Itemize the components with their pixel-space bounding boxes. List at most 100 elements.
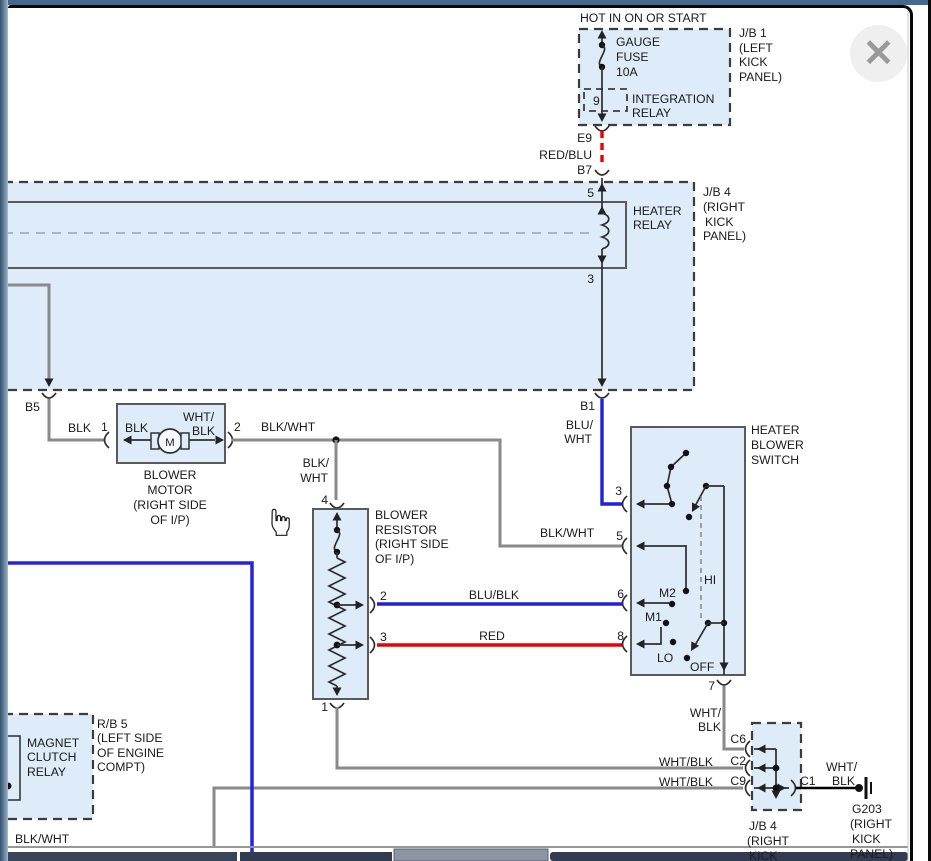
window-frame-top xyxy=(0,0,931,5)
label-jb4bottom-1: J/B 4 xyxy=(749,819,777,833)
label-rb5-2: (LEFT SIDE xyxy=(97,731,162,745)
label-heater-relay-1: HEATER xyxy=(633,204,682,218)
label-hi: HI xyxy=(704,573,716,587)
blower-resistor xyxy=(313,509,375,708)
label-pin9: 9 xyxy=(593,94,600,108)
label-m1: M1 xyxy=(645,610,662,624)
label-switch-3: SWITCH xyxy=(751,453,799,467)
label-rb5-3: OF ENGINE xyxy=(97,746,164,760)
close-icon: ✕ xyxy=(863,35,895,73)
label-resistor-pin1: 1 xyxy=(321,700,328,714)
label-blk-c1: BLK xyxy=(832,774,855,788)
label-blk-v: BLK/ xyxy=(303,456,330,470)
label-m2: M2 xyxy=(659,586,676,600)
label-whtblk-c2: WHT/BLK xyxy=(659,755,713,769)
label-motor-pin1: 1 xyxy=(101,420,108,434)
label-blk-wht-bottom: BLK/WHT xyxy=(15,832,70,846)
label-blu-blk: BLU/BLK xyxy=(469,588,519,602)
heater-relay-box xyxy=(4,202,626,268)
label-whtblk-c9: WHT/BLK xyxy=(659,775,713,789)
label-jb1-2: (LEFT xyxy=(739,41,773,55)
label-g203-2: (RIGHT xyxy=(850,817,893,831)
label-blower-motor-2: MOTOR xyxy=(147,483,192,497)
label-magnet-1: MAGNET xyxy=(27,736,80,750)
label-off: OFF xyxy=(690,660,714,674)
label-jb1-1: J/B 1 xyxy=(739,26,767,40)
label-motor-pin2: 2 xyxy=(234,420,241,434)
label-g203-4: PANEL) xyxy=(850,847,893,861)
label-b1: B1 xyxy=(580,399,595,413)
label-fuse-3: 10A xyxy=(616,65,639,79)
wiring-diagram-image: HOT IN ON OR START GAUGE FUSE 10A 9 INTE… xyxy=(0,0,931,861)
wiring-diagram-viewer: HOT IN ON OR START GAUGE FUSE 10A 9 INTE… xyxy=(0,0,931,861)
label-g203-3: KICK xyxy=(852,832,880,846)
label-wht: WHT xyxy=(564,432,592,446)
label-rb5-1: R/B 5 xyxy=(97,717,128,731)
label-blower-motor-4: OF I/P) xyxy=(150,513,189,527)
label-jb1-3: KICK xyxy=(739,55,767,69)
label-red-blu: RED/BLU xyxy=(539,148,592,162)
label-e9: E9 xyxy=(577,131,592,145)
label-lo: LO xyxy=(657,651,673,665)
label-resistor-pin3: 3 xyxy=(380,630,387,644)
label-switch-pin3: 3 xyxy=(615,484,622,498)
label-heater-relay-2: RELAY xyxy=(633,218,672,232)
label-integration-1: INTEGRATION xyxy=(632,92,714,106)
label-motor-m: M xyxy=(165,437,174,449)
label-blower-resistor-1: BLOWER xyxy=(375,508,428,522)
label-g203-1: G203 xyxy=(852,802,882,816)
label-blk7: BLK xyxy=(698,720,721,734)
label-blower-resistor-3: (RIGHT SIDE xyxy=(375,537,449,551)
label-fuse-1: GAUGE xyxy=(616,35,660,49)
label-jb4top-1: J/B 4 xyxy=(703,185,731,199)
label-wht-c1: WHT/ xyxy=(826,760,858,774)
label-relay-pin5: 5 xyxy=(587,186,594,200)
label-blk-wht-h: BLK/WHT xyxy=(261,420,316,434)
heater-blower-switch xyxy=(623,427,746,685)
label-resistor-pin4: 4 xyxy=(321,493,328,507)
jb4-junction-block-top xyxy=(4,178,694,398)
label-jb1-4: PANEL) xyxy=(739,70,782,84)
label-blower-motor-3: (RIGHT SIDE xyxy=(133,498,207,512)
label-relay-pin3: 3 xyxy=(587,272,594,286)
label-c9: C9 xyxy=(730,774,746,788)
label-c6: C6 xyxy=(730,732,746,746)
label-blower-resistor-2: RESISTOR xyxy=(375,523,437,537)
label-b5: B5 xyxy=(25,400,40,414)
window-frame-left xyxy=(0,0,8,861)
label-integration-2: RELAY xyxy=(632,106,671,120)
label-c2: C2 xyxy=(730,754,746,768)
hand-cursor xyxy=(272,509,289,535)
label-motor-blk: BLK xyxy=(125,421,148,435)
label-blower-resistor-4: OF I/P) xyxy=(375,552,414,566)
label-jb4bottom-3: KICK xyxy=(749,849,777,861)
label-b7: B7 xyxy=(577,163,592,177)
wht-blk-wire-c9 xyxy=(214,788,743,847)
label-switch-2: BLOWER xyxy=(751,438,804,452)
label-jb4top-4: PANEL) xyxy=(703,229,746,243)
label-red: RED xyxy=(479,629,505,643)
label-blower-motor-1: BLOWER xyxy=(144,468,197,482)
label-motor-wht: WHT/ xyxy=(183,410,215,424)
label-jb4top-2: (RIGHT xyxy=(703,200,746,214)
jb4-junction-block-bottom xyxy=(746,723,802,810)
close-button[interactable]: ✕ xyxy=(850,25,907,82)
label-jb4top-3: KICK xyxy=(705,215,733,229)
red-blu-jumper-wire xyxy=(595,131,609,175)
label-switch-1: HEATER xyxy=(751,423,800,437)
label-rb5-4: COMPT) xyxy=(97,760,145,774)
label-wht7: WHT/ xyxy=(690,706,722,720)
label-magnet-2: CLUTCH xyxy=(27,750,76,764)
label-blk: BLK xyxy=(68,421,91,435)
label-hot-note: HOT IN ON OR START xyxy=(580,11,707,25)
label-magnet-3: RELAY xyxy=(27,765,66,779)
label-resistor-pin2: 2 xyxy=(380,589,387,603)
label-switch-pin5: 5 xyxy=(616,529,623,543)
label-wht-v: WHT xyxy=(300,471,328,485)
label-c1: C1 xyxy=(800,774,816,788)
label-blk-wht-5: BLK/WHT xyxy=(540,526,595,540)
label-fuse-2: FUSE xyxy=(616,50,649,64)
label-switch-pin7: 7 xyxy=(708,679,715,693)
label-switch-pin6: 6 xyxy=(617,587,624,601)
label-switch-pin8: 8 xyxy=(617,629,624,643)
